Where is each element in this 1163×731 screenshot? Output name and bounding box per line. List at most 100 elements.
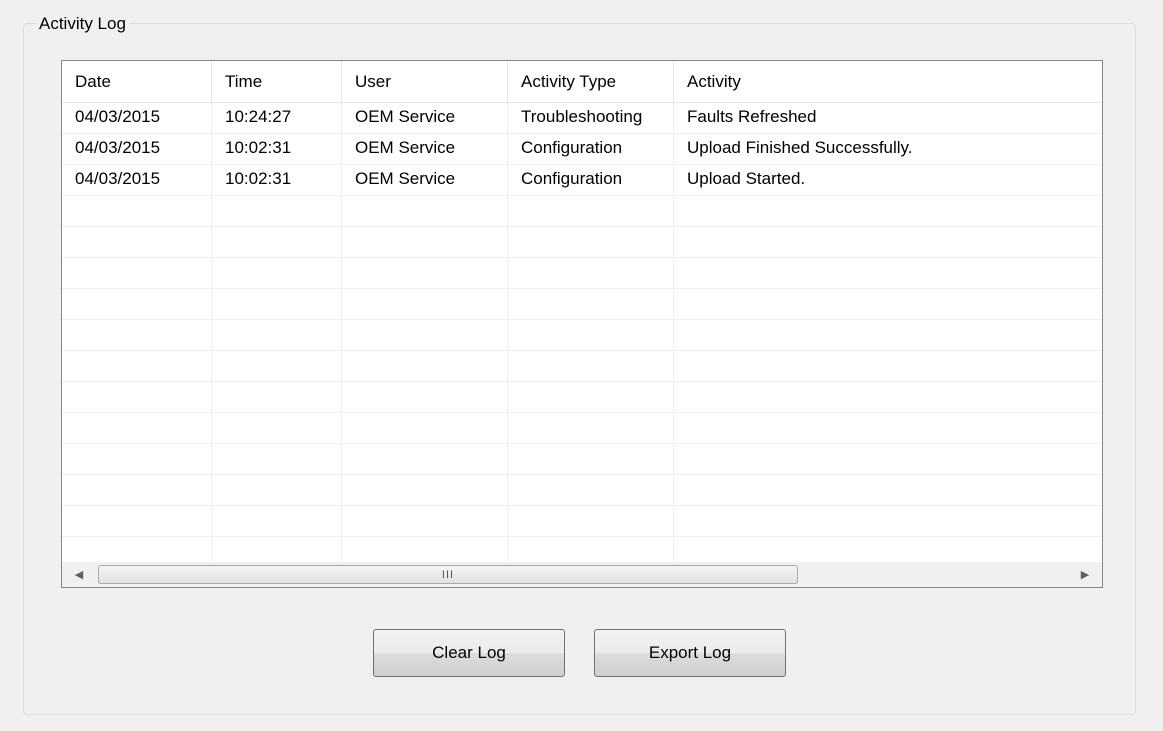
table-row[interactable]: 04/03/2015 10:02:31 OEM Service Configurati…	[62, 134, 1102, 165]
table-row[interactable]	[62, 444, 1102, 475]
table-cell: Upload Finished Successfully.	[687, 138, 913, 157]
table-cell	[342, 258, 508, 289]
table-cell	[212, 196, 342, 227]
table-cell	[62, 351, 212, 382]
table-cell	[674, 351, 1102, 382]
table-cell	[342, 351, 508, 382]
table-cell: OEM Service	[342, 134, 508, 165]
export-log-button[interactable]: Export Log	[594, 629, 786, 677]
table-cell: Configuration	[508, 134, 674, 165]
scroll-left-arrow-icon[interactable]: ◀	[62, 563, 96, 587]
table-cell	[62, 227, 212, 258]
column-header-row: Date Time User Activity Type Activity	[62, 61, 1102, 103]
table-cell	[212, 227, 342, 258]
table-cell	[674, 382, 1102, 413]
table-cell	[62, 475, 212, 506]
table-row[interactable]	[62, 196, 1102, 227]
table-cell: OEM Service	[342, 165, 508, 196]
scroll-right-arrow-icon[interactable]: ▶	[1068, 563, 1102, 587]
table-cell	[674, 258, 1102, 289]
table-cell	[62, 320, 212, 351]
table-cell	[212, 382, 342, 413]
column-header-date[interactable]: Date	[62, 61, 212, 102]
table-cell	[62, 382, 212, 413]
table-row[interactable]	[62, 227, 1102, 258]
table-cell	[508, 475, 674, 506]
table-cell: Troubleshooting	[508, 103, 674, 134]
table-cell	[212, 413, 342, 444]
table-body: 04/03/2015 10:24:27 OEM Service Troubleshoo…	[62, 103, 1102, 568]
table-cell	[508, 506, 674, 537]
table-cell	[508, 320, 674, 351]
table-cell	[508, 196, 674, 227]
table-row[interactable]	[62, 258, 1102, 289]
table-cell	[674, 289, 1102, 320]
table-cell	[342, 382, 508, 413]
table-row[interactable]	[62, 382, 1102, 413]
table-cell: Upload Started.	[687, 169, 806, 188]
table-cell: 10:02:31	[212, 165, 342, 196]
scrollbar-thumb[interactable]: III	[98, 565, 798, 584]
table-cell	[62, 413, 212, 444]
table-cell: Configuration	[508, 165, 674, 196]
table-row[interactable]	[62, 320, 1102, 351]
table-cell	[342, 289, 508, 320]
table-cell	[62, 196, 212, 227]
table-cell	[508, 351, 674, 382]
table-cell: 04/03/2015	[62, 103, 212, 134]
table-cell	[508, 289, 674, 320]
table-cell	[212, 475, 342, 506]
table-cell: 10:02:31	[212, 134, 342, 165]
table-cell: OEM Service	[342, 103, 508, 134]
table-cell	[212, 320, 342, 351]
table-cell: Faults Refreshed	[687, 107, 817, 126]
table-cell	[342, 475, 508, 506]
activity-log-title: Activity Log	[36, 13, 129, 35]
table-row[interactable]: 04/03/2015 10:24:27 OEM Service Troubleshoo…	[62, 103, 1102, 134]
table-cell	[674, 506, 1102, 537]
column-header-time[interactable]: Time	[212, 61, 342, 102]
table-cell	[674, 320, 1102, 351]
table-row[interactable]	[62, 506, 1102, 537]
table-cell	[212, 289, 342, 320]
table-cell	[674, 475, 1102, 506]
table-cell	[342, 227, 508, 258]
table-cell	[212, 258, 342, 289]
table-cell: 04/03/2015	[62, 134, 212, 165]
table-cell	[674, 196, 1102, 227]
activity-log-list[interactable]: Date Time User Activity Type Activity 04…	[61, 60, 1103, 588]
table-row[interactable]: 04/03/2015 10:02:31 OEM Service Configurati…	[62, 165, 1102, 196]
table-cell	[62, 289, 212, 320]
table-row[interactable]	[62, 413, 1102, 444]
table-cell	[342, 196, 508, 227]
table-cell	[508, 258, 674, 289]
column-header-user[interactable]: User	[342, 61, 508, 102]
column-header-activity[interactable]: Activity	[674, 61, 1102, 102]
table-cell: 04/03/2015	[62, 165, 212, 196]
table-cell	[62, 506, 212, 537]
clear-log-button[interactable]: Clear Log	[373, 629, 565, 677]
table-row[interactable]	[62, 351, 1102, 382]
table-cell	[342, 444, 508, 475]
table-cell	[342, 506, 508, 537]
table-cell	[674, 413, 1102, 444]
table-cell	[212, 351, 342, 382]
table-cell	[674, 227, 1102, 258]
column-header-activity-type[interactable]: Activity Type	[508, 61, 674, 102]
table-cell: 10:24:27	[212, 103, 342, 134]
table-cell	[342, 413, 508, 444]
table-cell	[342, 320, 508, 351]
table-cell	[508, 227, 674, 258]
table-cell	[508, 382, 674, 413]
table-cell	[212, 444, 342, 475]
scrollbar-grip: III	[441, 569, 455, 581]
table-cell	[674, 444, 1102, 475]
table-cell	[508, 413, 674, 444]
table-row[interactable]	[62, 475, 1102, 506]
table-cell	[62, 444, 212, 475]
table-cell	[508, 444, 674, 475]
table-cell	[62, 258, 212, 289]
horizontal-scrollbar[interactable]: ◀ III ▶	[62, 562, 1102, 587]
table-row[interactable]	[62, 289, 1102, 320]
table-cell	[212, 506, 342, 537]
